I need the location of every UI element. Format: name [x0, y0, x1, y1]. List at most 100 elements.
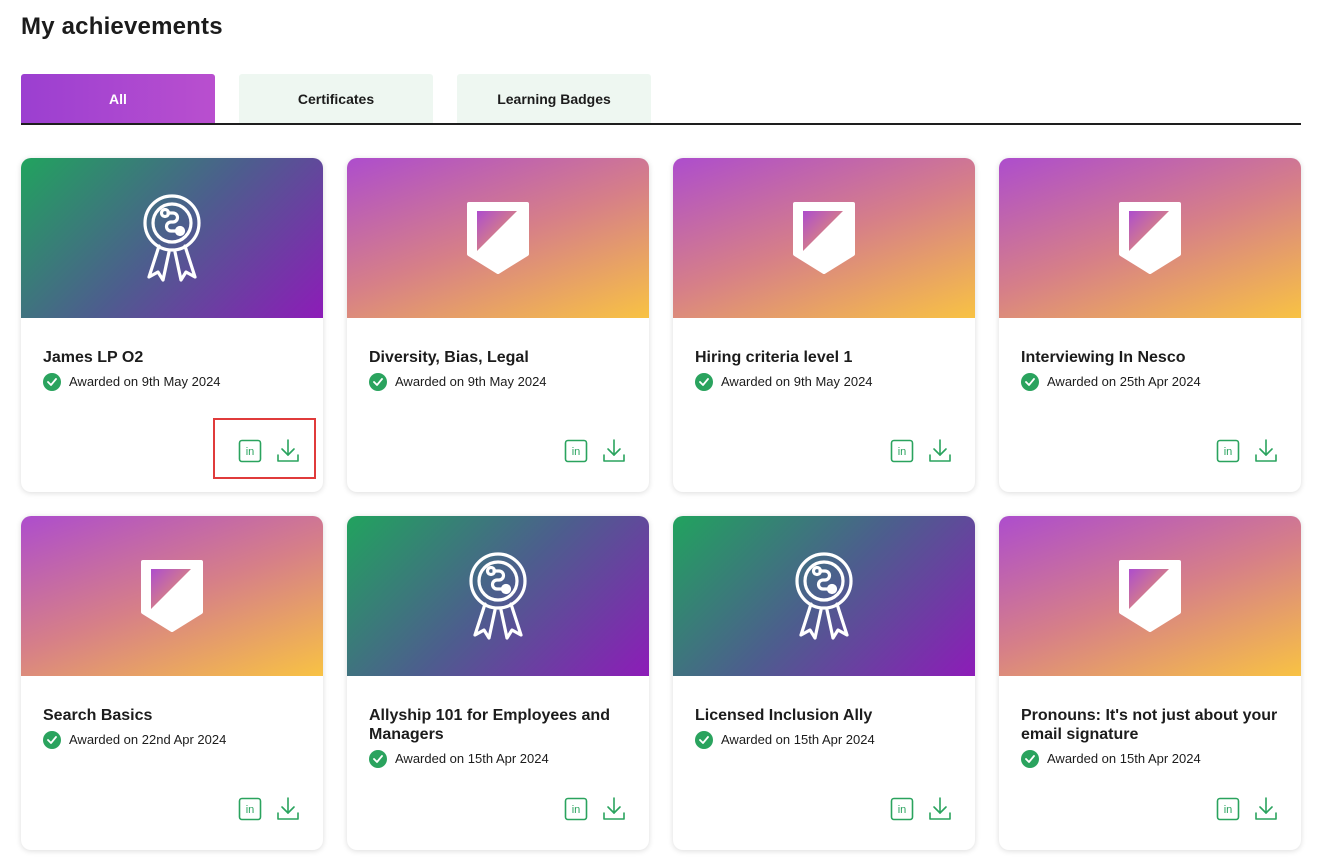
- achievement-card[interactable]: Diversity, Bias, Legal Awarded on 9th May…: [347, 158, 649, 492]
- share-linkedin-button[interactable]: in: [237, 438, 263, 464]
- card-title: Pronouns: It's not just about your email…: [1021, 707, 1278, 743]
- download-button[interactable]: [1253, 796, 1279, 822]
- shield-badge-icon: [139, 558, 205, 634]
- shield-badge-icon: [1117, 558, 1183, 634]
- card-title: Interviewing In Nesco: [1021, 349, 1186, 366]
- awarded-status: Awarded on 9th May 2024: [369, 372, 634, 391]
- linkedin-icon: in: [238, 797, 262, 821]
- card-title-block: Pronouns: It's not just about your email…: [1021, 706, 1286, 768]
- check-circle-icon: [1021, 749, 1039, 768]
- svg-text:in: in: [572, 446, 581, 458]
- achievement-card[interactable]: Licensed Inclusion Ally Awarded on 15th A…: [673, 516, 975, 850]
- card-banner: [347, 516, 649, 676]
- card-title: Licensed Inclusion Ally: [695, 707, 873, 724]
- download-button[interactable]: [601, 796, 627, 822]
- card-actions: in: [1215, 796, 1279, 822]
- achievement-card[interactable]: Allyship 101 for Employees and Managers A…: [347, 516, 649, 850]
- linkedin-icon: in: [564, 797, 588, 821]
- svg-text:in: in: [1224, 446, 1233, 458]
- download-icon: [276, 438, 300, 464]
- download-icon: [928, 796, 952, 822]
- card-title-block: Allyship 101 for Employees and Managers A…: [369, 706, 634, 768]
- share-linkedin-button[interactable]: in: [1215, 438, 1241, 464]
- download-icon: [1254, 796, 1278, 822]
- check-circle-icon: [369, 749, 387, 768]
- ribbon-award-icon: [137, 193, 207, 283]
- share-linkedin-button[interactable]: in: [563, 796, 589, 822]
- card-banner: [673, 158, 975, 318]
- awarded-status: Awarded on 9th May 2024: [43, 372, 308, 391]
- tab-learning-badges[interactable]: Learning Badges: [457, 74, 651, 123]
- awarded-date: Awarded on 9th May 2024: [395, 374, 547, 389]
- awarded-status: Awarded on 15th Apr 2024: [369, 749, 634, 768]
- svg-text:in: in: [898, 804, 907, 816]
- card-title: Search Basics: [43, 707, 153, 724]
- linkedin-icon: in: [890, 797, 914, 821]
- svg-text:in: in: [1224, 804, 1233, 816]
- awarded-date: Awarded on 25th Apr 2024: [1047, 374, 1201, 389]
- shield-badge-icon: [791, 200, 857, 276]
- awarded-status: Awarded on 15th Apr 2024: [695, 730, 960, 749]
- linkedin-icon: in: [890, 439, 914, 463]
- achievement-card[interactable]: Hiring criteria level 1 Awarded on 9th Ma…: [673, 158, 975, 492]
- download-button[interactable]: [275, 796, 301, 822]
- achievement-card[interactable]: Pronouns: It's not just about your email…: [999, 516, 1301, 850]
- achievement-tabs: All Certificates Learning Badges: [21, 74, 1301, 125]
- download-icon: [1254, 438, 1278, 464]
- linkedin-icon: in: [564, 439, 588, 463]
- card-actions: in: [563, 796, 627, 822]
- card-actions: in: [889, 438, 953, 464]
- download-button[interactable]: [275, 438, 301, 464]
- awarded-date: Awarded on 15th Apr 2024: [395, 751, 549, 766]
- share-linkedin-button[interactable]: in: [889, 438, 915, 464]
- card-banner: [999, 516, 1301, 676]
- awarded-date: Awarded on 15th Apr 2024: [721, 732, 875, 747]
- tab-all[interactable]: All: [21, 74, 215, 123]
- svg-text:in: in: [898, 446, 907, 458]
- awarded-date: Awarded on 15th Apr 2024: [1047, 751, 1201, 766]
- card-banner: [21, 158, 323, 318]
- card-banner: [673, 516, 975, 676]
- download-button[interactable]: [601, 438, 627, 464]
- download-button[interactable]: [1253, 438, 1279, 464]
- check-circle-icon: [369, 372, 387, 391]
- card-title-block: Search Basics Awarded on 22nd Apr 2024: [43, 706, 308, 749]
- tab-certificates[interactable]: Certificates: [239, 74, 433, 123]
- achievement-card[interactable]: Interviewing In Nesco Awarded on 25th Apr…: [999, 158, 1301, 492]
- share-linkedin-button[interactable]: in: [563, 438, 589, 464]
- awarded-status: Awarded on 9th May 2024: [695, 372, 960, 391]
- ribbon-award-icon: [789, 551, 859, 641]
- card-title: Hiring criteria level 1: [695, 349, 853, 366]
- card-banner: [21, 516, 323, 676]
- linkedin-icon: in: [238, 439, 262, 463]
- share-linkedin-button[interactable]: in: [1215, 796, 1241, 822]
- check-circle-icon: [1021, 372, 1039, 391]
- ribbon-award-icon: [463, 551, 533, 641]
- card-actions: in: [889, 796, 953, 822]
- svg-text:in: in: [572, 804, 581, 816]
- card-title-block: Interviewing In Nesco Awarded on 25th Apr…: [1021, 348, 1286, 391]
- card-title: Diversity, Bias, Legal: [369, 349, 529, 366]
- svg-text:in: in: [246, 804, 255, 816]
- card-banner: [347, 158, 649, 318]
- card-title: James LP O2: [43, 349, 144, 366]
- awarded-status: Awarded on 22nd Apr 2024: [43, 730, 308, 749]
- card-actions: in: [237, 438, 301, 464]
- card-actions: in: [237, 796, 301, 822]
- download-icon: [928, 438, 952, 464]
- achievement-card[interactable]: James LP O2 Awarded on 9th May 2024 in: [21, 158, 323, 492]
- check-circle-icon: [43, 730, 61, 749]
- awarded-date: Awarded on 9th May 2024: [721, 374, 873, 389]
- download-button[interactable]: [927, 796, 953, 822]
- svg-text:in: in: [246, 446, 255, 458]
- download-button[interactable]: [927, 438, 953, 464]
- download-icon: [276, 796, 300, 822]
- check-circle-icon: [695, 372, 713, 391]
- share-linkedin-button[interactable]: in: [889, 796, 915, 822]
- achievement-card[interactable]: Search Basics Awarded on 22nd Apr 2024 in: [21, 516, 323, 850]
- download-icon: [602, 796, 626, 822]
- card-title-block: James LP O2 Awarded on 9th May 2024: [43, 348, 308, 391]
- linkedin-icon: in: [1216, 797, 1240, 821]
- card-title-block: Diversity, Bias, Legal Awarded on 9th May…: [369, 348, 634, 391]
- share-linkedin-button[interactable]: in: [237, 796, 263, 822]
